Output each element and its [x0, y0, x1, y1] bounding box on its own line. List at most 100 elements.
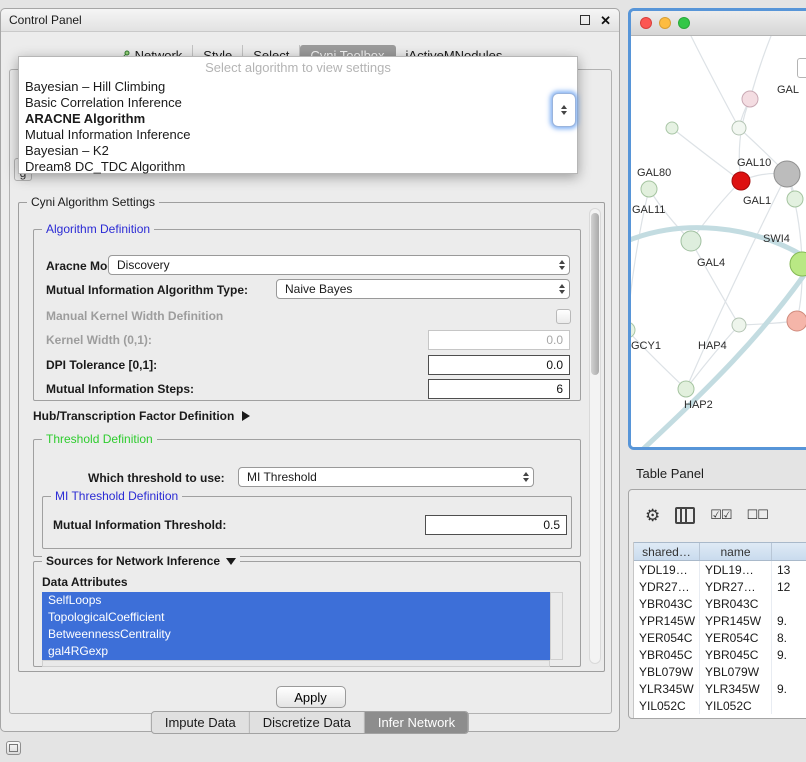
select-all-icon[interactable]: ☑☑ — [710, 507, 731, 523]
column-header[interactable]: name — [700, 543, 772, 560]
group-title: Algorithm Definition — [42, 222, 154, 237]
algorithm-option[interactable]: Basic Correlation Inference — [19, 95, 577, 111]
mi-threshold-label: Mutual Information Threshold: — [53, 518, 226, 532]
deselect-all-icon[interactable]: ☐☐ — [747, 507, 768, 523]
minimize-traffic-light[interactable] — [659, 17, 671, 29]
network-node[interactable] — [641, 181, 657, 197]
network-node[interactable] — [631, 322, 635, 338]
table-cell: YDL19… — [634, 561, 700, 578]
table-cell: YDR27… — [700, 578, 772, 595]
data-attribute-list[interactable]: SelfLoopsTopologicalCoefficientBetweenne… — [42, 592, 550, 660]
group-title: Cyni Algorithm Settings — [27, 195, 159, 210]
algorithm-option[interactable]: Bayesian – Hill Climbing — [19, 79, 577, 95]
tab-impute-data[interactable]: Impute Data — [152, 712, 250, 733]
algorithm-popup: Select algorithm to view settings Bayesi… — [18, 56, 578, 174]
network-node[interactable] — [787, 311, 806, 331]
cyni-algorithm-settings-group: Cyni Algorithm Settings Algorithm Defini… — [18, 202, 605, 672]
data-attribute-item[interactable]: TopologicalCoefficient — [42, 609, 550, 626]
settings-gear-icon[interactable]: ⚙ — [645, 507, 660, 524]
minimize-icon[interactable] — [580, 15, 590, 25]
table-row[interactable]: YIL052CYIL052C — [634, 697, 806, 714]
algorithm-option[interactable]: ARACNE Algorithm — [19, 111, 577, 127]
mi-type-select[interactable]: Naive Bayes — [276, 279, 570, 299]
panel-toggle-icon[interactable] — [6, 741, 21, 755]
mi-steps-input[interactable] — [428, 379, 570, 399]
data-attribute-item[interactable]: BetweennessCentrality — [42, 626, 550, 643]
network-node[interactable] — [666, 122, 678, 134]
tab-discretize-data[interactable]: Discretize Data — [250, 712, 365, 733]
column-selector-icon[interactable] — [675, 507, 695, 524]
network-node[interactable] — [787, 191, 803, 207]
column-header[interactable] — [772, 543, 806, 560]
network-node[interactable] — [790, 252, 806, 276]
apply-button[interactable]: Apply — [276, 686, 346, 708]
table-cell: YBR045C — [634, 646, 700, 663]
network-canvas[interactable]: GALGAL80GAL10GAL11GAL1SWI4GAL4GCY1HAP4HA… — [631, 36, 806, 447]
table-row[interactable]: YBL079WYBL079W — [634, 663, 806, 680]
settings-scrollbar[interactable] — [589, 208, 601, 664]
kernel-width-input[interactable] — [428, 330, 570, 350]
table-row[interactable]: YDL19…YDL19…13 — [634, 561, 806, 578]
node-label: GAL11 — [632, 204, 665, 216]
network-edge — [691, 36, 739, 128]
which-threshold-select[interactable]: MI Threshold — [238, 467, 534, 487]
attribute-list-scrollbar[interactable] — [550, 592, 563, 660]
window-title: Control Panel — [9, 13, 82, 27]
sources-expander[interactable]: Sources for Network Inference — [42, 554, 240, 569]
table-row[interactable]: YLR345WYLR345W9. — [634, 680, 806, 697]
data-attribute-item[interactable]: SelfLoops — [42, 592, 550, 609]
table-panel-title: Table Panel — [636, 466, 704, 481]
column-header[interactable]: shared… — [634, 543, 700, 560]
network-node[interactable] — [732, 172, 750, 190]
dpi-tolerance-input[interactable] — [428, 355, 570, 375]
which-threshold-label: Which threshold to use: — [88, 471, 225, 485]
node-table: shared…name YDL19…YDL19…13YDR27…YDR27…12… — [633, 542, 806, 718]
table-cell: YER054C — [700, 629, 772, 646]
algorithm-option-list: Bayesian – Hill ClimbingBasic Correlatio… — [19, 79, 577, 175]
network-node[interactable] — [678, 381, 694, 397]
algorithm-option[interactable]: Dream8 DC_TDC Algorithm — [19, 159, 577, 175]
data-attributes-label: Data Attributes — [42, 575, 128, 589]
attribute-list-hscrollbar[interactable] — [42, 660, 550, 667]
table-cell: YLR345W — [700, 680, 772, 697]
table-row[interactable]: YBR043CYBR043C — [634, 595, 806, 612]
aracne-mode-select[interactable]: Discovery — [108, 255, 570, 275]
table-row[interactable]: YBR045CYBR045C9. — [634, 646, 806, 663]
algorithm-combobox-stepper[interactable] — [552, 93, 576, 127]
sources-group: Sources for Network Inference Data Attri… — [33, 561, 581, 667]
network-toolbar-fragment[interactable] — [797, 58, 806, 78]
scrollbar-thumb[interactable] — [591, 213, 599, 375]
screen: Control Panel ✕ Network Style Select Cyn… — [0, 0, 806, 762]
manual-kernel-checkbox[interactable] — [556, 309, 571, 324]
group-title: MI Threshold Definition — [51, 489, 182, 504]
table-header-row: shared…name — [634, 542, 806, 561]
expander-right-icon — [242, 411, 250, 421]
table-row[interactable]: YER054CYER054C8. — [634, 629, 806, 646]
table-cell: YBL079W — [634, 663, 700, 680]
network-edge — [750, 36, 771, 99]
table-cell: YDL19… — [700, 561, 772, 578]
close-icon[interactable]: ✕ — [600, 14, 611, 27]
table-cell: YIL052C — [700, 697, 772, 714]
table-cell — [772, 663, 806, 680]
table-row[interactable]: YPR145WYPR145W9. — [634, 612, 806, 629]
algorithm-option[interactable]: Mutual Information Inference — [19, 127, 577, 143]
network-node[interactable] — [732, 318, 746, 332]
table-row[interactable]: YDR27…YDR27…12 — [634, 578, 806, 595]
control-panel-titlebar: Control Panel ✕ — [1, 9, 619, 32]
node-label: GAL1 — [743, 195, 771, 207]
close-traffic-light[interactable] — [640, 17, 652, 29]
mi-threshold-input[interactable] — [425, 515, 567, 535]
network-node[interactable] — [742, 91, 758, 107]
algorithm-option[interactable]: Bayesian – K2 — [19, 143, 577, 159]
data-attribute-item[interactable]: gal4RGexp — [42, 643, 550, 660]
network-node[interactable] — [681, 231, 701, 251]
tab-infer-network[interactable]: Infer Network — [365, 712, 468, 733]
hub-tf-expander[interactable]: Hub/Transcription Factor Definition — [33, 409, 250, 423]
network-node[interactable] — [774, 161, 800, 187]
node-label: GAL4 — [697, 257, 725, 269]
zoom-traffic-light[interactable] — [678, 17, 690, 29]
network-node[interactable] — [732, 121, 746, 135]
kernel-width-label: Kernel Width (0,1): — [46, 333, 152, 347]
table-cell: YPR145W — [634, 612, 700, 629]
